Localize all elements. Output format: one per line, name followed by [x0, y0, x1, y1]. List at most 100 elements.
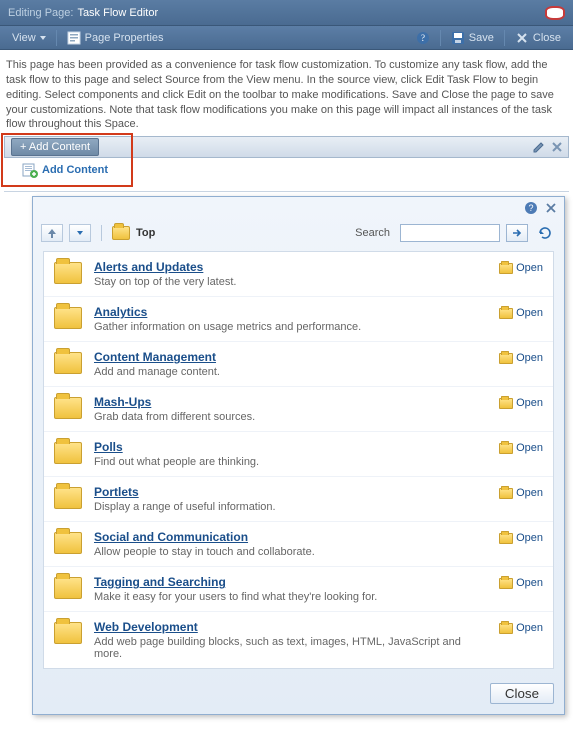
refresh-icon — [537, 225, 553, 241]
catalog-item-desc: Add and manage content. — [94, 366, 489, 378]
open-link-label: Open — [516, 487, 543, 499]
dialog-header: ? — [33, 197, 564, 219]
catalog-item-desc: Add web page building blocks, such as te… — [94, 636, 489, 660]
open-link[interactable]: Open — [499, 395, 543, 409]
open-link[interactable]: Open — [499, 575, 543, 589]
open-folder-icon — [499, 578, 513, 589]
catalog-item: Analytics Gather information on usage met… — [44, 297, 553, 342]
svg-text:?: ? — [421, 33, 425, 43]
folder-icon — [112, 226, 130, 240]
catalog-item: Content Management Add and manage content… — [44, 342, 553, 387]
refresh-button[interactable] — [534, 223, 556, 243]
open-folder-icon — [499, 488, 513, 499]
oracle-logo-icon — [545, 6, 565, 20]
catalog-item: Mash-Ups Grab data from different sources… — [44, 387, 553, 432]
page-properties-label: Page Properties — [85, 32, 164, 44]
breadcrumb[interactable]: Top — [136, 227, 155, 239]
up-arrow-icon — [46, 227, 58, 239]
add-content-button-label: + Add Content — [20, 141, 90, 153]
up-folder-button[interactable] — [41, 224, 63, 242]
help-icon: ? — [416, 31, 430, 45]
catalog-item-title[interactable]: Tagging and Searching — [94, 575, 489, 589]
view-menu[interactable]: View — [6, 30, 52, 46]
catalog-item-desc: Display a range of useful information. — [94, 501, 489, 513]
open-link-label: Open — [516, 307, 543, 319]
open-link[interactable]: Open — [499, 260, 543, 274]
add-content-link[interactable]: Add Content — [22, 162, 108, 178]
catalog-item-title[interactable]: Alerts and Updates — [94, 260, 489, 274]
folder-icon — [54, 530, 84, 554]
catalog-item-desc: Find out what people are thinking. — [94, 456, 489, 468]
open-folder-icon — [499, 353, 513, 364]
folder-icon — [54, 440, 84, 464]
catalog-item: Portlets Display a range of useful inform… — [44, 477, 553, 522]
page-properties-button[interactable]: Page Properties — [61, 29, 170, 47]
open-link[interactable]: Open — [499, 305, 543, 319]
catalog-item: Social and Communication Allow people to … — [44, 522, 553, 567]
open-folder-icon — [499, 398, 513, 409]
arrow-right-icon — [512, 228, 522, 238]
open-link-label: Open — [516, 397, 543, 409]
add-content-link-label: Add Content — [42, 164, 108, 176]
catalog-item-desc: Allow people to stay in touch and collab… — [94, 546, 489, 558]
separator — [504, 30, 505, 46]
preview-content-region: Add Content — [4, 158, 569, 192]
folder-icon — [54, 620, 84, 644]
catalog-item: Tagging and Searching Make it easy for yo… — [44, 567, 553, 612]
catalog-list: Alerts and UpdatesStay on top of the ver… — [43, 251, 554, 669]
save-button[interactable]: Save — [445, 29, 500, 47]
catalog-item-title[interactable]: Portlets — [94, 485, 489, 499]
close-page-button[interactable]: Close — [509, 29, 567, 47]
open-link[interactable]: Open — [499, 530, 543, 544]
catalog-item-title[interactable]: Social and Communication — [94, 530, 489, 544]
svg-text:?: ? — [528, 203, 533, 213]
catalog-item-desc: Make it easy for your users to find what… — [94, 591, 489, 603]
catalog-item-title[interactable]: Analytics — [94, 305, 489, 319]
catalog-item-desc: Grab data from different sources. — [94, 411, 489, 423]
catalog-item-title[interactable]: Mash-Ups — [94, 395, 489, 409]
view-menu-label: View — [12, 32, 36, 44]
search-go-button[interactable] — [506, 224, 528, 242]
open-folder-icon — [499, 623, 513, 634]
close-icon — [515, 31, 529, 45]
folder-icon — [54, 575, 84, 599]
catalog-dialog: ? Top Search Alerts and — [32, 196, 565, 715]
catalog-item-desc: Gather information on usage metrics and … — [94, 321, 489, 333]
open-link[interactable]: Open — [499, 440, 543, 454]
catalog-item-title[interactable]: Polls — [94, 440, 489, 454]
view-options-button[interactable] — [69, 224, 91, 242]
save-label: Save — [469, 32, 494, 44]
open-link[interactable]: Open — [499, 620, 543, 634]
open-link-label: Open — [516, 262, 543, 274]
search-input[interactable] — [400, 224, 500, 242]
editing-page-label: Editing Page: — [8, 7, 73, 19]
delete-icon[interactable] — [550, 140, 564, 154]
separator — [56, 30, 57, 46]
editor-area: + Add Content Add Content — [4, 136, 569, 715]
folder-icon — [54, 305, 84, 329]
open-link[interactable]: Open — [499, 350, 543, 364]
dialog-toolbar: Top Search — [33, 219, 564, 247]
add-content-button[interactable]: + Add Content — [11, 138, 99, 156]
folder-icon — [54, 395, 84, 419]
open-link-label: Open — [516, 352, 543, 364]
chevron-down-icon — [40, 36, 46, 40]
separator — [101, 225, 102, 241]
folder-icon — [54, 260, 84, 284]
page-title: Task Flow Editor — [77, 7, 158, 19]
dialog-close-label: Close — [505, 686, 539, 701]
dialog-help-button[interactable]: ? — [524, 201, 538, 215]
open-link-label: Open — [516, 622, 543, 634]
composer-toolbar: + Add Content — [4, 136, 569, 158]
catalog-item-title[interactable]: Web Development — [94, 620, 489, 634]
intro-text: This page has been provided as a conveni… — [0, 50, 573, 136]
help-button[interactable]: ? — [410, 29, 436, 47]
open-link[interactable]: Open — [499, 485, 543, 499]
dialog-close-button[interactable]: Close — [490, 683, 554, 704]
open-folder-icon — [499, 263, 513, 274]
dialog-close-x[interactable] — [544, 201, 558, 215]
edit-icon[interactable] — [532, 140, 546, 154]
catalog-item: Web Development Add web page building blo… — [44, 612, 553, 668]
catalog-item-title[interactable]: Content Management — [94, 350, 489, 364]
folder-icon — [54, 485, 84, 509]
